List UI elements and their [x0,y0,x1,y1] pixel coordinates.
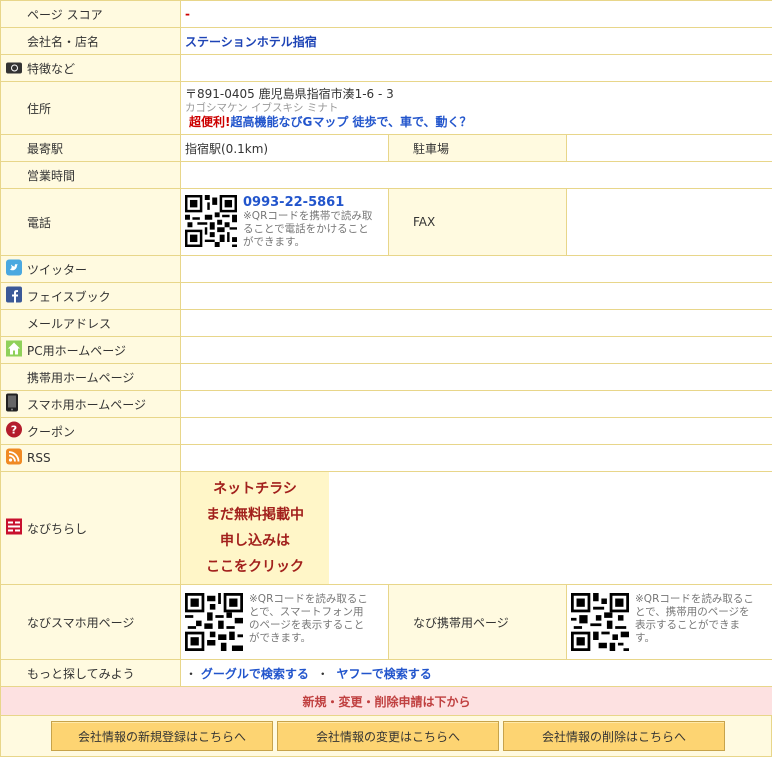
row-pc-home: PC用ホームページ [0,336,772,364]
cta-line-1: ネットチラシ [213,481,297,497]
search-bullet-2: ・ [316,666,329,681]
address-kana: カゴシマケン イブスキシ ミナト [185,102,339,114]
row-facebook: フェイスブック [0,282,772,310]
coupon-icon: ? [6,421,22,441]
camera-icon [6,62,22,74]
cta-line-4: ここをクリック [206,559,304,575]
smart-qr-note: ※QRコードを読み取ることで、スマートフォン用のページを表示することができます。 [249,593,368,644]
station-label: 最寄駅 [0,134,181,162]
row-coupon: ? クーポン [0,417,772,445]
search-label: もっと探してみよう [0,659,181,687]
facebook-icon [6,286,22,306]
score-value: - [185,7,190,21]
home-icon [6,340,22,360]
phone-qr-icon [185,195,237,247]
pc-home-value [179,336,772,364]
address-line: 〒891-0405 鹿児島県指宿市湊1-6 - 3 [185,87,394,101]
smart-qr-icon [185,593,243,651]
row-navichirashi: なびちらし ネットチラシ まだ無料掲載中 申し込みは ここをクリック [0,471,772,585]
station-value: 指宿駅(0.1km) [180,134,389,162]
row-notice: 新規・変更・削除申請は下から [0,686,772,716]
rss-value [179,444,772,472]
fax-value [565,188,772,256]
twitter-value [179,255,772,283]
register-button[interactable]: 会社情報の新規登録はこちらへ [51,721,273,751]
phone-qr-note: ※QRコードを携帯で読み取ることで電話をかけることができます。 [243,210,373,248]
row-features: 特徴など [0,54,772,82]
row-hours: 営業時間 [0,161,772,189]
row-smart-home: スマホ用ホームページ [0,390,772,418]
facebook-value [179,282,772,310]
svg-text:?: ? [11,424,17,437]
phone-label: 電話 [0,188,181,256]
row-rss: RSS [0,444,772,472]
delete-button[interactable]: 会社情報の削除はこちらへ [503,721,725,751]
features-value [179,54,772,82]
row-email: メールアドレス [0,309,772,337]
name-label: 会社名・店名 [0,27,181,55]
coupon-label: クーポン [27,424,76,439]
map-prefix: 超便利! [189,115,231,129]
facebook-label: フェイスブック [27,289,111,304]
navi-mobile-label: なび携帯用ページ [388,584,567,660]
smart-home-value [179,390,772,418]
row-station: 最寄駅 指宿駅(0.1km) 駐車場 [0,134,772,162]
twitter-label: ツイッター [27,262,88,277]
notice-text: 新規・変更・削除申請は下から [0,686,772,716]
rss-label: RSS [27,451,51,465]
fax-label: FAX [388,188,567,256]
search-bullet-1: ・ [185,666,198,681]
mobile-home-label: 携帯用ホームページ [0,363,181,391]
smartphone-icon [6,393,18,415]
company-info-table: ページ スコア - 会社名・店名 ステーションホテル指宿 特徴など 住所 〒89… [0,0,772,716]
chirashi-icon [6,518,22,538]
navi-smart-label: なびスマホ用ページ [0,584,181,660]
email-label: メールアドレス [0,309,181,337]
google-search-link[interactable]: グーグルで検索する [201,667,309,681]
cta-line-2: まだ無料掲載中 [206,507,304,523]
mobile-qr-note: ※QRコードを読み取ることで、携帯用のページを表示することができます。 [635,593,754,644]
mobile-home-value [179,363,772,391]
smart-home-label: スマホ用ホームページ [27,397,147,412]
row-name: 会社名・店名 ステーションホテル指宿 [0,27,772,55]
yahoo-search-link[interactable]: ヤフーで検索する [337,667,432,681]
row-score: ページ スコア - [0,0,772,28]
change-button[interactable]: 会社情報の変更はこちらへ [277,721,499,751]
features-label: 特徴など [27,61,76,76]
coupon-value [179,417,772,445]
hours-value [179,161,772,189]
rss-icon [6,448,22,468]
hours-label: 営業時間 [0,161,181,189]
navichirashi-label: なびちらし [27,521,88,536]
row-twitter: ツイッター [0,255,772,283]
row-phone: 電話 0993-22-5861 ※QRコードを携帯で読み取ることで電話をかけるこ… [0,188,772,256]
action-button-bar: 会社情報の新規登録はこちらへ 会社情報の変更はこちらへ 会社情報の削除はこちらへ [0,716,772,757]
row-address: 住所 〒891-0405 鹿児島県指宿市湊1-6 - 3 カゴシマケン イブスキ… [0,81,772,135]
score-label: ページ スコア [0,0,181,28]
row-mobile-home: 携帯用ホームページ [0,363,772,391]
email-value [179,309,772,337]
row-search: もっと探してみよう ・ グーグルで検索する ・ ヤフーで検索する [0,659,772,687]
chirashi-cta-button[interactable]: ネットチラシ まだ無料掲載中 申し込みは ここをクリック [181,472,329,584]
parking-label: 駐車場 [388,134,567,162]
row-navi-smart: なびスマホ用ページ ※QRコードを読み取ることで、スマートフォン用のページを表示… [0,584,772,660]
phone-number[interactable]: 0993-22-5861 [243,195,373,210]
cta-line-3: 申し込みは [220,533,290,549]
pc-home-label: PC用ホームページ [27,343,127,358]
twitter-icon [6,259,22,279]
parking-value [565,134,772,162]
company-name: ステーションホテル指宿 [185,34,317,49]
mobile-qr-icon [571,593,629,651]
address-label: 住所 [0,81,181,135]
map-link[interactable]: 超高機能なびGマップ 徒歩で、車で、動く？ [230,115,471,129]
